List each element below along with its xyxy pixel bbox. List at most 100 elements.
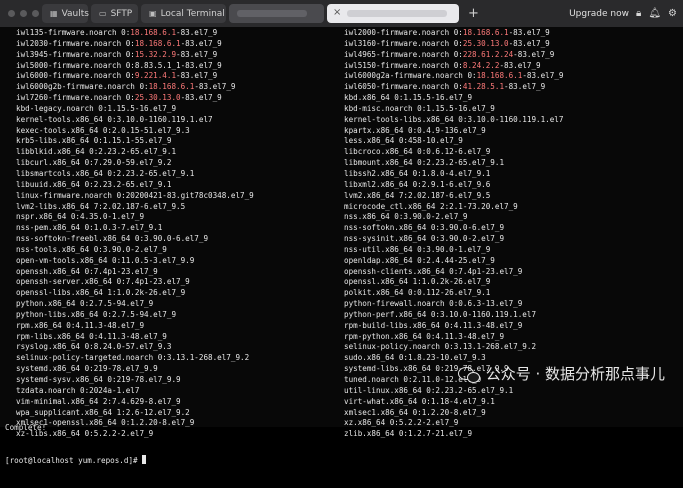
package-name: iwl6000-firmware.noarch 0: [16, 71, 135, 81]
package-line: lvm2.x86_64 7:2.02.187-6.el7_9.5 [344, 191, 563, 202]
upgrade-button[interactable]: Upgrade now [569, 9, 629, 19]
package-line: krb5-libs.x86_64 0:1.15.1-55.el7_9 [16, 136, 254, 147]
package-line: iwl6000-firmware.noarch 0:9.221.4.1-83.e… [16, 71, 254, 82]
package-line: nss-softokn-freebl.x86_64 0:3.90.0-6.el7… [16, 234, 254, 245]
tab-local-terminal[interactable]: ▣ Local Terminal [141, 4, 226, 23]
package-name: iwl5000-firmware.noarch 0:8.83.5.1_1-83.… [16, 60, 222, 70]
package-name: kpartx.x86_64 0:0.4.9-136.el7_9 [344, 125, 486, 135]
package-name: xmlsec1.x86_64 0:1.2.20-8.el7_9 [344, 407, 486, 417]
package-release: -83.el7_9 [513, 49, 555, 59]
package-line: openssh-server.x86_64 0:7.4p1-23.el7_9 [16, 277, 254, 288]
package-version-highlight: 228.61.2.24 [462, 49, 514, 59]
package-line: iwl3945-firmware.noarch 0:15.32.2.9-83.e… [16, 50, 254, 61]
package-name: openssh-clients.x86_64 0:7.4p1-23.el7_9 [344, 266, 523, 276]
window-controls[interactable] [8, 10, 39, 17]
package-line: libuuid.x86_64 0:2.23.2-65.el7_9.1 [16, 180, 254, 191]
package-line: openssl-libs.x86_64 1:1.0.2k-26.el7_9 [16, 288, 254, 299]
tab-sftp[interactable]: ▭ SFTP [91, 4, 138, 23]
package-line: openssh-clients.x86_64 0:7.4p1-23.el7_9 [344, 267, 563, 278]
package-name: nss.x86_64 0:3.90.0-2.el7_9 [344, 212, 468, 222]
package-name: libmount.x86_64 0:2.23.2-65.el7_9.1 [344, 158, 505, 168]
package-line: iwl5150-firmware.noarch 0:8.24.2.2-83.el… [344, 61, 563, 72]
package-name: nss-softokn.x86_64 0:3.90.0-6.el7_9 [344, 223, 505, 233]
package-name: rpm-build-libs.x86_64 0:4.11.3-48.el7_9 [344, 320, 523, 330]
package-name: libcroco.x86_64 0:0.6.12-6.el7_9 [344, 147, 491, 157]
lock-icon[interactable]: 🔒︎ [636, 8, 641, 19]
package-line: nss-sysinit.x86_64 0:3.90.0-2.el7_9 [344, 234, 563, 245]
grid-icon: ▦ [50, 9, 58, 18]
package-name: python-perf.x86_64 0:3.10.0-1160.119.1.e… [344, 309, 537, 319]
package-name: selinux-policy.noarch 0:3.13.1-268.el7_9… [344, 342, 537, 352]
package-line: python.x86_64 0:2.7.5-94.el7_9 [16, 299, 254, 310]
package-name: linux-firmware.noarch 0:20200421-83.git7… [16, 190, 254, 200]
package-name: nspr.x86_64 0:4.35.0-1.el7_9 [16, 212, 145, 222]
close-window-button[interactable] [8, 10, 15, 17]
package-name: libblkid.x86_64 0:2.23.2-65.el7_9.1 [16, 147, 177, 157]
package-line: lvm2-libs.x86_64 7:2.02.187-6.el7_9.5 [16, 202, 254, 213]
package-name: iwl3945-firmware.noarch 0: [16, 49, 135, 59]
shell-prompt: [root@localhost yum.repos.d]# [5, 456, 143, 466]
bell-icon[interactable]: 🔔︎ [648, 8, 661, 19]
package-line: libcurl.x86_64 0:7.29.0-59.el7_9.2 [16, 158, 254, 169]
package-name: python-firewall.noarch 0:0.6.3-13.el7_9 [344, 299, 523, 309]
package-line: libsmartcols.x86_64 0:2.23.2-65.el7_9.1 [16, 169, 254, 180]
package-line: rpm.x86_64 0:4.11.3-48.el7_9 [16, 321, 254, 332]
package-name: nss-pem.x86_64 0:1.0.3-7.el7_9.1 [16, 223, 163, 233]
package-line: nspr.x86_64 0:4.35.0-1.el7_9 [16, 212, 254, 223]
tab-active-session[interactable]: × [327, 4, 459, 23]
package-line: nss-pem.x86_64 0:1.0.3-7.el7_9.1 [16, 223, 254, 234]
maximize-window-button[interactable] [32, 10, 39, 17]
package-version-highlight: 41.28.5.1 [462, 82, 505, 92]
package-name: selinux-policy-targeted.noarch 0:3.13.1-… [16, 353, 250, 363]
package-name: kernel-tools.x86_64 0:3.10.0-1160.119.1.… [16, 114, 213, 124]
package-name: openssl-libs.x86_64 1:1.0.2k-26.el7_9 [16, 288, 186, 298]
new-tab-button[interactable]: + [468, 6, 479, 21]
package-name: openssh-server.x86_64 0:7.4p1-23.el7_9 [16, 277, 190, 287]
tab-bar: ▦ Vaults ▭ SFTP ▣ Local Terminal × + Upg… [0, 0, 683, 27]
package-name: kbd-misc.noarch 0:1.15.5-16.el7_9 [344, 103, 495, 113]
settings-icon[interactable]: ⚙ [668, 8, 677, 19]
package-name: rsyslog.x86_64 0:8.24.0-57.el7_9.3 [16, 342, 172, 352]
package-version-highlight: 25.30.13.0 [462, 38, 509, 48]
package-name: iwl2030-firmware.noarch 0: [16, 38, 135, 48]
package-name: libsmartcols.x86_64 0:2.23.2-65.el7_9.1 [16, 168, 195, 178]
package-line: kbd-legacy.noarch 0:1.15.5-16.el7_9 [16, 104, 254, 115]
tab-redacted-session[interactable] [229, 4, 324, 23]
package-line: util-linux.x86_64 0:2.23.2-65.el7_9.1 [344, 386, 563, 397]
package-name: lvm2.x86_64 7:2.02.187-6.el7_9.5 [344, 190, 491, 200]
package-name: zlib.x86_64 0:1.2.7-21.el7_9 [344, 429, 473, 439]
package-name: iwl6000g2b-firmware.noarch 0: [16, 82, 149, 92]
package-name: nss-sysinit.x86_64 0:3.90.0-2.el7_9 [344, 234, 505, 244]
package-line: rpm-build-libs.x86_64 0:4.11.3-48.el7_9 [344, 321, 563, 332]
redacted-tab-title [347, 10, 447, 17]
tab-vaults[interactable]: ▦ Vaults [42, 4, 89, 23]
package-line: python-firewall.noarch 0:0.6.3-13.el7_9 [344, 299, 563, 310]
package-line: libxml2.x86_64 0:2.9.1-6.el7_9.6 [344, 180, 563, 191]
package-name: libxml2.x86_64 0:2.9.1-6.el7_9.6 [344, 179, 491, 189]
shell-prompt-line[interactable]: [root@localhost yum.repos.d]# [5, 455, 147, 466]
package-line: openssh.x86_64 0:7.4p1-23.el7_9 [16, 267, 254, 278]
package-line: microcode_ctl.x86_64 2:2.1-73.20.el7_9 [344, 202, 563, 213]
package-line: zlib.x86_64 0:1.2.7-21.el7_9 [344, 429, 563, 440]
package-line: rpm-libs.x86_64 0:4.11.3-48.el7_9 [16, 332, 254, 343]
package-release: -83.el7_9 [176, 71, 218, 81]
package-line: iwl2000-firmware.noarch 0:18.168.6.1-83.… [344, 28, 563, 39]
package-name: tzdata.noarch 0:2024a-1.el7 [16, 385, 140, 395]
package-name: xz.x86_64 0:5.2.2-2.el7_9 [344, 418, 459, 428]
package-version-highlight: 18.168.6.1 [476, 71, 523, 81]
minimize-window-button[interactable] [20, 10, 27, 17]
package-line: virt-what.x86_64 0:1.18-4.el7_9.1 [344, 397, 563, 408]
package-line: iwl6000g2b-firmware.noarch 0:18.168.6.1-… [16, 82, 254, 93]
package-line: polkit.x86_64 0:0.112-26.el7_9.1 [344, 288, 563, 299]
package-line: python-perf.x86_64 0:3.10.0-1160.119.1.e… [344, 310, 563, 321]
package-name: iwl5150-firmware.noarch 0: [344, 60, 463, 70]
package-line: kbd-misc.noarch 0:1.15.5-16.el7_9 [344, 104, 563, 115]
package-name: microcode_ctl.x86_64 2:2.1-73.20.el7_9 [344, 201, 518, 211]
redacted-tab-title [237, 10, 307, 17]
toolbar-right: Upgrade now 🔒︎ 🔔︎ ⚙ [569, 0, 677, 27]
package-line: kexec-tools.x86_64 0:2.0.15-51.el7_9.3 [16, 126, 254, 137]
package-version-highlight: 25.30.13.0 [134, 93, 181, 103]
package-line: libcroco.x86_64 0:0.6.12-6.el7_9 [344, 147, 563, 158]
tab-local-terminal-label: Local Terminal [160, 8, 225, 19]
close-icon[interactable]: × [333, 7, 341, 18]
